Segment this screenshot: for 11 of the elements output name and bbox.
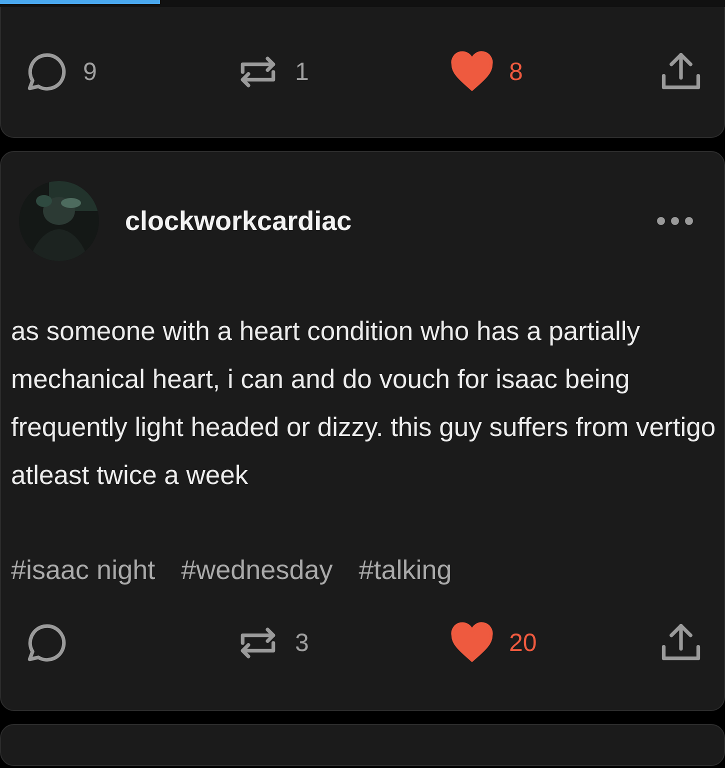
tag-link[interactable]: #talking [358, 555, 452, 586]
like-count: 20 [509, 628, 537, 658]
username[interactable]: clockworkcardiac [125, 206, 656, 236]
tag-link[interactable]: #isaac night [11, 555, 156, 586]
post-text: as someone with a heart condition who has a partially mechanical heart, i can and do vouch for isaac being frequently light headed or dizzy. this guy suffers from vertigo atleast twice a week [11, 315, 717, 492]
comment-count: 9 [83, 58, 97, 86]
tag-link[interactable]: #wednesday [181, 555, 333, 586]
reblog-count: 1 [295, 58, 309, 86]
reblog-count: 3 [295, 628, 309, 658]
more-icon[interactable] [656, 216, 694, 226]
like-count: 8 [509, 58, 523, 86]
